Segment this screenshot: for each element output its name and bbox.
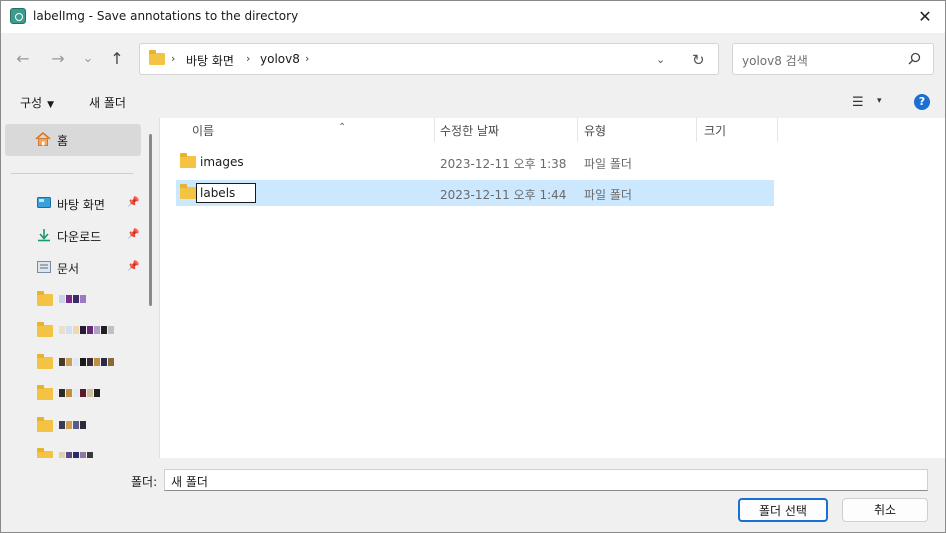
up-button[interactable]: ↑ — [107, 49, 127, 69]
navigation-row: ← → ⌄ ↑ › 바탕 화면 › yolov8 › ⌄ ↻ yolov8 검색 — [1, 33, 945, 85]
cancel-button[interactable]: 취소 — [842, 498, 928, 522]
file-list: 이름 ⌃ 수정한 날짜 유형 크기 images 2023-12-11 오후 1… — [160, 118, 945, 458]
column-header-label: 크기 — [704, 124, 727, 138]
save-directory-dialog: labelImg - Save annotations to the direc… — [0, 0, 946, 533]
view-options-icon[interactable]: ☰ — [852, 95, 864, 110]
sidebar-item-home[interactable]: 홈 — [5, 124, 141, 156]
sidebar-scrollbar[interactable] — [146, 118, 159, 458]
folder-field-label: 폴더: — [131, 475, 158, 489]
file-row-selected[interactable]: labels 2023-12-11 오후 1:44 파일 폴더 — [176, 180, 774, 206]
column-header-size[interactable]: 크기 — [704, 118, 776, 142]
redacted-label — [59, 326, 114, 334]
folder-icon — [37, 385, 53, 400]
column-header-label: 이름 — [192, 124, 215, 138]
file-modified: 2023-12-11 오후 1:44 — [440, 188, 567, 202]
organize-label: 구성 — [20, 96, 43, 110]
select-folder-button[interactable]: 폴더 선택 — [738, 498, 828, 522]
column-header-type[interactable]: 유형 — [584, 118, 696, 142]
file-type: 파일 폴더 — [584, 188, 632, 202]
organize-menu[interactable]: 구성 ▼ — [20, 94, 54, 111]
navigation-pane: 홈 바탕 화면 📌 다운로드 📌 문서 📌 — [1, 118, 159, 458]
folder-name-field[interactable]: 새 폴더 — [164, 469, 928, 491]
pin-icon: 📌 — [127, 197, 140, 208]
sidebar-item-documents[interactable]: 문서 📌 — [1, 256, 146, 274]
view-dropdown-icon[interactable]: ▾ — [877, 96, 882, 106]
folder-icon — [37, 354, 53, 369]
title-bar: labelImg - Save annotations to the direc… — [1, 1, 945, 33]
folder-icon — [37, 291, 53, 306]
file-row[interactable]: images 2023-12-11 오후 1:38 파일 폴더 — [176, 149, 774, 175]
rename-input[interactable]: labels — [196, 183, 256, 203]
file-type: 파일 폴더 — [584, 157, 632, 171]
documents-icon — [37, 261, 51, 273]
folder-icon — [180, 184, 196, 199]
file-modified: 2023-12-11 오후 1:38 — [440, 157, 567, 171]
sort-ascending-icon: ⌃ — [338, 122, 347, 133]
pin-icon: 📌 — [127, 229, 140, 240]
forward-button[interactable]: → — [48, 49, 68, 69]
sidebar-item-label: 문서 — [57, 262, 80, 274]
breadcrumb-yolov8[interactable]: yolov8 — [260, 52, 300, 66]
column-separator[interactable] — [434, 118, 435, 142]
column-separator[interactable] — [777, 118, 778, 142]
breadcrumb-separator[interactable]: › — [171, 52, 175, 65]
address-dropdown-icon[interactable]: ⌄ — [656, 53, 665, 66]
search-box[interactable]: yolov8 검색 — [732, 43, 934, 75]
redacted-label — [59, 389, 100, 397]
sidebar-item-label: 홈 — [57, 134, 69, 148]
dialog-footer: 폴더: 새 폴더 폴더 선택 취소 — [1, 458, 945, 532]
command-bar: 구성 ▼ 새 폴더 ☰ ▾ ? — [1, 85, 945, 117]
sidebar-scrollbar-thumb[interactable] — [149, 134, 152, 306]
sidebar-item-label: 다운로드 — [57, 230, 102, 244]
sidebar-item-downloads[interactable]: 다운로드 📌 — [1, 224, 146, 250]
folder-icon — [37, 448, 53, 458]
sidebar-item-label: 바탕 화면 — [57, 198, 105, 212]
folder-icon — [149, 50, 165, 65]
pin-icon: 📌 — [127, 261, 140, 272]
recent-locations-button[interactable]: ⌄ — [78, 49, 98, 69]
divider — [11, 173, 133, 174]
column-header-label: 유형 — [584, 124, 607, 138]
column-separator[interactable] — [696, 118, 697, 142]
folder-icon — [37, 322, 53, 337]
download-icon — [38, 229, 50, 242]
desktop-icon — [37, 197, 51, 208]
home-icon — [35, 132, 51, 146]
redacted-label — [59, 421, 86, 429]
close-button[interactable]: ✕ — [913, 5, 937, 29]
refresh-icon[interactable]: ↻ — [692, 51, 705, 69]
column-header-modified[interactable]: 수정한 날짜 — [440, 118, 576, 142]
sidebar-item-desktop[interactable]: 바탕 화면 📌 — [1, 192, 146, 218]
labelimg-app-icon — [10, 8, 26, 24]
back-button[interactable]: ← — [13, 49, 33, 69]
address-bar[interactable]: › 바탕 화면 › yolov8 › ⌄ ↻ — [139, 43, 719, 75]
file-name: images — [200, 155, 244, 169]
breadcrumb-separator[interactable]: › — [305, 52, 309, 65]
column-header-label: 수정한 날짜 — [440, 124, 500, 138]
column-header-name[interactable]: 이름 ⌃ — [192, 118, 432, 142]
breadcrumb-desktop[interactable]: 바탕 화면 — [186, 52, 234, 69]
chevron-down-icon: ▼ — [47, 100, 55, 110]
new-folder-button[interactable]: 새 폴더 — [89, 94, 126, 111]
breadcrumb-separator[interactable]: › — [246, 52, 250, 65]
redacted-label — [59, 358, 114, 366]
folder-icon — [180, 153, 196, 168]
column-separator[interactable] — [577, 118, 578, 142]
search-icon[interactable] — [908, 52, 921, 65]
help-icon[interactable]: ? — [914, 94, 930, 110]
folder-icon — [37, 417, 53, 432]
window-title: labelImg - Save annotations to the direc… — [33, 9, 299, 23]
redacted-label — [59, 295, 86, 303]
search-input[interactable]: yolov8 검색 — [742, 52, 808, 69]
